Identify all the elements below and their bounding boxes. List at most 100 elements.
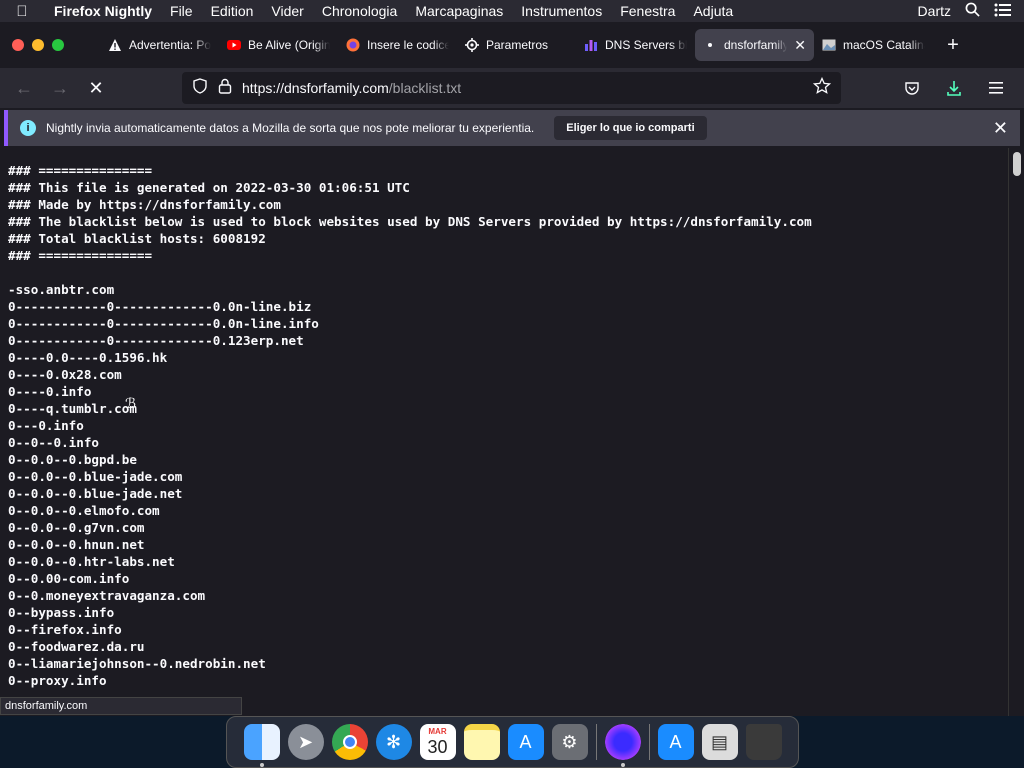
zoom-window-button[interactable] (52, 39, 64, 51)
control-center-icon[interactable] (994, 3, 1012, 20)
file-line[interactable]: 0--bypass.info (8, 604, 1000, 621)
preview-icon[interactable]: ▤ (701, 724, 738, 760)
calendar-icon[interactable]: MAR 30 (419, 724, 456, 760)
file-line[interactable]: 0------------0-------------0.0n-line.inf… (8, 315, 1000, 332)
file-line[interactable]: 0--0.0--0.hnun.net (8, 536, 1000, 553)
choose-what-to-share-button[interactable]: Eliger lo que io comparti (554, 116, 707, 140)
url-path: /blacklist.txt (388, 80, 462, 96)
close-notification-icon[interactable]: ✕ (993, 118, 1008, 139)
menu-tools[interactable]: Instrumentos (512, 3, 611, 19)
app-store-icon[interactable]: A (507, 724, 544, 760)
data-collection-notification: i Nightly invia automaticamente datos a … (4, 110, 1020, 146)
menu-app-name[interactable]: Firefox Nightly (44, 3, 161, 19)
tab-settings[interactable]: Parametros (457, 29, 576, 61)
downloads-icon[interactable] (936, 72, 972, 104)
file-line[interactable]: 0--proxy.info (8, 672, 1000, 689)
file-line[interactable]: ### Made by https://dnsforfamily.com (8, 196, 1000, 213)
app-store-icon[interactable]: A (657, 724, 694, 760)
youtube-icon (227, 38, 241, 52)
scrollbar-thumb[interactable] (1013, 152, 1021, 176)
tab-warning[interactable]: Advertentia: Potential Security Risk Ahe… (100, 29, 219, 61)
safari-icon[interactable]: ✻ (375, 724, 412, 760)
spotlight-search-icon[interactable] (965, 2, 980, 20)
chrome-icon[interactable] (331, 724, 368, 760)
warning-icon (108, 38, 122, 52)
bookmark-star-icon[interactable] (812, 76, 832, 100)
tab-label: DNS Servers blocking (605, 38, 687, 52)
loading-dot-icon (703, 38, 717, 52)
tab-insert-code[interactable]: Insere le codice (338, 29, 457, 61)
menu-file[interactable]: File (161, 3, 202, 19)
file-line[interactable]: 0---0.info (8, 417, 1000, 434)
file-line[interactable]: 0--liamariejohnson--0.nedrobin.net (8, 655, 1000, 672)
navigation-toolbar: ← → ✕ https://dnsforfamily.com/blacklist… (0, 68, 1024, 108)
file-line[interactable]: 0----0.0----0.1596.hk (8, 349, 1000, 366)
firefox-nightly-icon[interactable] (604, 724, 641, 767)
hamburger-menu-icon[interactable] (978, 72, 1014, 104)
menu-bookmarks[interactable]: Marcapaginas (406, 3, 512, 19)
file-line[interactable]: 0--0.00-com.info (8, 570, 1000, 587)
system-preferences-icon[interactable]: ⚙ (551, 724, 588, 760)
file-line[interactable]: ### This file is generated on 2022-03-30… (8, 179, 1000, 196)
lock-icon[interactable] (218, 78, 232, 99)
back-button[interactable]: ← (6, 72, 42, 104)
file-line[interactable]: 0--0--0.info (8, 434, 1000, 451)
close-tab-icon[interactable]: ✕ (794, 37, 806, 54)
file-line[interactable]: 0----q.tumblr.com (8, 400, 1000, 417)
file-line[interactable]: 0----0.0x28.com (8, 366, 1000, 383)
stop-loading-button[interactable]: ✕ (78, 72, 114, 104)
tab-label: Insere le codice (367, 38, 449, 52)
file-line[interactable]: ### =============== (8, 247, 1000, 264)
file-line[interactable]: 0--0.0--0.htr-labs.net (8, 553, 1000, 570)
vertical-scrollbar[interactable] (1008, 148, 1024, 716)
tab-label: dnsforfamily.com (724, 38, 788, 52)
file-line[interactable]: 0--0.0--0.elmofo.com (8, 502, 1000, 519)
address-bar[interactable]: https://dnsforfamily.com/blacklist.txt (182, 72, 841, 104)
file-line[interactable]: 0--foodwarez.da.ru (8, 638, 1000, 655)
dock: ➤ ✻ MAR 30 A ⚙ A ▤ (226, 716, 799, 768)
file-line[interactable] (8, 264, 1000, 281)
page-content[interactable]: ### =============== ### This file is gene… (0, 148, 1008, 716)
tab-youtube[interactable]: Be Alive (Original) (219, 29, 338, 61)
tab-macos-catalina[interactable]: macOS Catalina (814, 29, 933, 61)
file-line[interactable]: 0--0.0--0.g7vn.com (8, 519, 1000, 536)
file-line[interactable]: 0--0.0--0.blue-jade.com (8, 468, 1000, 485)
forward-button[interactable]: → (42, 72, 78, 104)
menu-window[interactable]: Fenestra (611, 3, 684, 19)
tab-label: macOS Catalina (843, 38, 925, 52)
file-line[interactable]: ### Total blacklist hosts: 6008192 (8, 230, 1000, 247)
launchpad-icon[interactable]: ➤ (287, 724, 324, 760)
apple-menu-icon[interactable]:  (0, 3, 44, 20)
window-controls (0, 39, 100, 51)
file-line[interactable]: 0------------0-------------0.0n-line.biz (8, 298, 1000, 315)
image-icon (822, 38, 836, 52)
file-line[interactable]: 0--0.moneyextravaganza.com (8, 587, 1000, 604)
file-line[interactable]: 0--0.0--0.blue-jade.net (8, 485, 1000, 502)
menu-edit[interactable]: Edition (202, 3, 263, 19)
menu-help[interactable]: Adjuta (684, 3, 742, 19)
new-tab-button[interactable]: + (933, 34, 973, 57)
text-cursor-icon: ℬ (125, 395, 137, 411)
file-line[interactable]: ### =============== (8, 162, 1000, 179)
url-text[interactable]: https://dnsforfamily.com/blacklist.txt (242, 80, 803, 96)
file-line[interactable]: 0------------0-------------0.123erp.net (8, 332, 1000, 349)
url-host: https://dnsforfamily.com (242, 80, 389, 96)
menu-history[interactable]: Chronologia (313, 3, 407, 19)
menu-user[interactable]: Dartz (918, 3, 951, 19)
tracking-protection-shield-icon[interactable] (192, 77, 208, 99)
menu-view[interactable]: Vider (262, 3, 312, 19)
file-line[interactable]: 0--firefox.info (8, 621, 1000, 638)
close-window-button[interactable] (12, 39, 24, 51)
file-line[interactable]: 0--0.0--0.bgpd.be (8, 451, 1000, 468)
minimize-window-button[interactable] (32, 39, 44, 51)
blacklist-text[interactable]: ### =============== ### This file is gene… (0, 148, 1008, 689)
tab-dnsforfamily[interactable]: dnsforfamily.com ✕ (695, 29, 814, 61)
file-line[interactable]: 0----0.info (8, 383, 1000, 400)
finder-icon[interactable] (243, 724, 280, 767)
pocket-icon[interactable] (894, 72, 930, 104)
trash-icon[interactable] (745, 724, 782, 760)
notes-icon[interactable] (463, 724, 500, 760)
file-line[interactable]: -sso.anbtr.com (8, 281, 1000, 298)
tab-dns-servers[interactable]: DNS Servers blocking (576, 29, 695, 61)
file-line[interactable]: ### The blacklist below is used to block… (8, 213, 1000, 230)
